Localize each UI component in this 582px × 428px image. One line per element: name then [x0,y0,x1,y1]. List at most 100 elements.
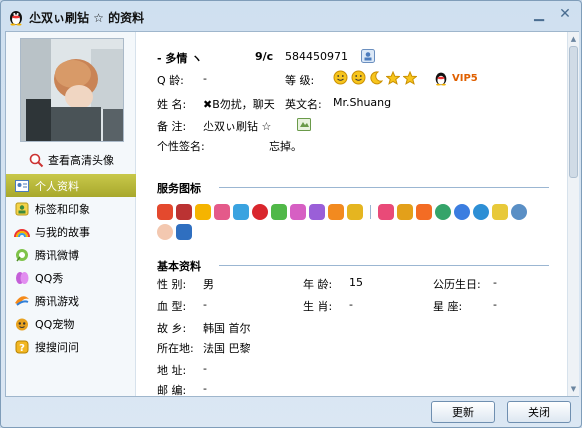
service-icons-row-2 [157,224,192,240]
birthday-label: 公历生日: [433,278,481,291]
service-icons-row [157,204,527,220]
signature-value: 忘掉。 [269,140,302,153]
location-value: 法国 巴黎 [203,342,251,355]
vertical-scrollbar[interactable]: ▲ ▼ [567,32,579,396]
rainbow-icon [14,224,30,240]
question-icon: ? [14,339,30,355]
sidebar-item-pet[interactable]: QQ宠物 [6,312,136,335]
red-penguin-service-icon[interactable] [176,204,192,220]
constellation-label: 星 座: [433,300,463,313]
age-value: 15 [349,276,363,289]
basic-info-title: 基本资料 [157,260,201,273]
star-level-icon [403,70,417,85]
weibo-icon [14,247,30,263]
postcode-label: 邮 编: [157,384,187,396]
sidebar-item-label: 标签和印象 [35,202,90,216]
qqshow-icon [14,270,30,286]
sun-level-icon [333,70,348,85]
english-name-value: Mr.Shuang [333,96,392,109]
star-level-icon [386,70,400,85]
contact-card-small-icon[interactable] [361,49,375,63]
scroll-up-icon[interactable]: ▲ [569,34,578,44]
scroll-down-icon[interactable]: ▼ [569,384,578,394]
sidebar-item-qqshow[interactable]: QQ秀 [6,266,136,289]
eye-service-icon[interactable] [511,204,527,220]
profile-details: - 多情 ヽ 9/c 584450971 Q 龄: - 等 级: VIP5 姓 … [137,32,567,396]
penguin-service-icon[interactable] [157,204,173,220]
love-service-icon[interactable] [378,204,394,220]
window-title: 尐双ぃ刷钻 ☆ 的资料 [29,11,145,25]
edit-remark-icon[interactable] [297,118,311,131]
heart-diamond-icon[interactable] [252,204,268,220]
cup-service-icon[interactable] [492,204,508,220]
scroll-thumb[interactable] [569,46,578,178]
sidebar-item-label: 搜搜问问 [35,340,79,354]
sidebar-item-label: 腾讯微博 [35,248,79,262]
gender-value: 男 [203,278,214,291]
hometown-value: 韩国 首尔 [203,322,251,335]
remark-label: 备 注: [157,120,187,133]
game-icon [14,293,30,309]
nickname-suffix: 9/c [255,50,274,63]
left-sidebar: 查看高清头像 个人资料 标签和印象 与我的故事 腾讯微博 QQ秀 腾讯游戏 QQ… [6,32,136,396]
flame-service-icon[interactable] [416,204,432,220]
pai-service-icon[interactable] [473,204,489,220]
orange-service-icon[interactable] [328,204,344,220]
signature-label: 个性签名: [157,140,205,153]
qq-penguin-icon [10,11,22,26]
minimize-button[interactable]: ▁ [527,5,551,23]
book-service-icon[interactable] [347,204,363,220]
nickname-row: - 多情 ヽ [157,50,202,66]
refresh-button[interactable]: 更新 [431,401,495,423]
browser-service-icon[interactable] [454,204,470,220]
address-value: - [203,362,207,375]
qq-penguin-icon [435,72,447,86]
avatar-photo-icon [21,39,123,141]
hometown-label: 故 乡: [157,322,187,335]
close-button[interactable]: 关闭 [507,401,571,423]
icons-separator [370,205,371,219]
sidebar-item-label: 个人资料 [35,179,79,193]
magnifier-icon [29,153,44,168]
postcode-value: - [203,382,207,395]
sidebar-item-games[interactable]: 腾讯游戏 [6,289,136,312]
sidebar-item-label: QQ秀 [35,271,64,285]
pink-diamond-icon[interactable] [290,204,306,220]
shield-service-icon[interactable] [176,224,192,240]
constellation-value: - [493,298,497,311]
content-panel: 查看高清头像 个人资料 标签和印象 与我的故事 腾讯微博 QQ秀 腾讯游戏 QQ… [5,31,579,397]
sidebar-item-personal-info[interactable]: 个人资料 [6,174,136,197]
q-age-value: - [203,72,207,85]
green-diamond-icon[interactable] [271,204,287,220]
gender-label: 性 别: [157,278,187,291]
address-label: 地 址: [157,364,187,377]
birthday-value: - [493,276,497,289]
close-window-button[interactable]: ✕ [553,5,577,23]
tag-icon [14,201,30,217]
view-hd-avatar-link[interactable]: 查看高清头像 [28,152,114,168]
sidebar-item-soso[interactable]: ? 搜搜问问 [6,335,136,358]
sidebar-item-weibo[interactable]: 腾讯微博 [6,243,136,266]
sidebar-item-tags[interactable]: 标签和印象 [6,197,136,220]
music-service-icon[interactable] [435,204,451,220]
zodiac-label: 生 肖: [303,300,333,313]
moon-level-icon [370,70,383,84]
purple-diamond-icon[interactable] [309,204,325,220]
sidebar-item-story[interactable]: 与我的故事 [6,220,136,243]
red-diamond-icon[interactable] [214,204,230,220]
cake-service-icon[interactable] [157,224,173,240]
view-hd-avatar-label: 查看高清头像 [48,154,114,167]
blue-diamond-icon[interactable] [233,204,249,220]
vip-badge[interactable]: VIP5 [433,70,478,89]
avatar[interactable] [20,38,124,142]
sidebar-item-label: 与我的故事 [35,225,90,239]
vip-level-label: VIP5 [452,72,478,84]
section-divider [219,187,549,188]
bottom-bar: 更新 关闭 [1,397,581,427]
gold-service-icon[interactable] [397,204,413,220]
profile-window: 尐双ぃ刷钻 ☆ 的资料 ▁ ✕ 查看高清头像 个人资料 标签和印象 与我的故事 … [0,0,582,428]
remark-value: 尐双ぃ刷钻 ☆ [203,120,272,133]
title-bar: 尐双ぃ刷钻 ☆ 的资料 ▁ ✕ [1,1,581,31]
yellow-diamond-icon[interactable] [195,204,211,220]
zodiac-value: - [349,298,353,311]
